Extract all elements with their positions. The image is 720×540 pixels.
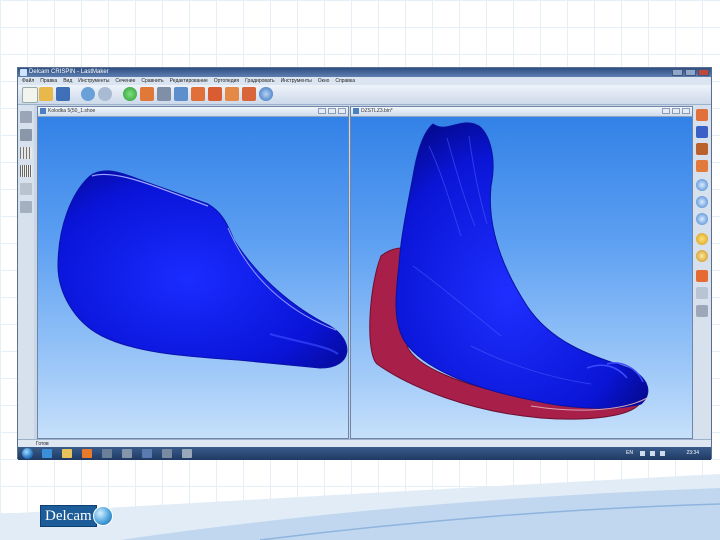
- shoe-tool-icon[interactable]: [20, 129, 32, 141]
- language-indicator[interactable]: EN: [626, 447, 633, 460]
- foot-model-canvas[interactable]: [351, 116, 692, 438]
- viewport-close-button[interactable]: [682, 108, 690, 114]
- menu-editing[interactable]: Редактирование: [170, 77, 208, 85]
- title-bar[interactable]: Delcam CRISPIN - LastMaker: [18, 68, 711, 77]
- menu-view[interactable]: Вид: [63, 77, 72, 85]
- viewport-title: Kolodka 5(50_1.shoe: [48, 108, 96, 114]
- menu-tools-2[interactable]: Инструменты: [281, 77, 312, 85]
- foot-view-icon[interactable]: [20, 201, 32, 213]
- save-icon[interactable]: [56, 87, 70, 101]
- shoe-orange-1-icon[interactable]: [696, 109, 708, 121]
- menu-help[interactable]: Справка: [335, 77, 355, 85]
- delcam-logo: Delcam: [40, 505, 113, 527]
- viewport-title: DZSTLZ3.bin*: [361, 108, 393, 114]
- globe-view-icon[interactable]: [696, 250, 708, 262]
- undo-icon[interactable]: [81, 87, 95, 101]
- document-icon: [40, 108, 46, 114]
- window-controls: [672, 69, 709, 76]
- last-tool-4-icon[interactable]: [191, 87, 205, 101]
- battery-icon[interactable]: [660, 451, 665, 456]
- viewport-foot[interactable]: DZSTLZ3.bin*: [350, 106, 693, 439]
- close-button[interactable]: [698, 69, 709, 76]
- last-tool-2-icon[interactable]: [157, 87, 171, 101]
- last-blue-icon[interactable]: [696, 126, 708, 138]
- last-tool-5-icon[interactable]: [208, 87, 222, 101]
- maximize-button[interactable]: [685, 69, 696, 76]
- taskbar: EN 23:34: [18, 447, 711, 460]
- left-toolbar: [18, 105, 34, 445]
- menu-edit[interactable]: Правка: [40, 77, 57, 85]
- shoe-last-model: [57, 170, 348, 369]
- section-tool-icon[interactable]: [20, 111, 32, 123]
- viewport-minimize-button[interactable]: [662, 108, 670, 114]
- menu-orthopedics[interactable]: Ортопедия: [214, 77, 239, 85]
- minimize-button[interactable]: [672, 69, 683, 76]
- document-icon: [353, 108, 359, 114]
- main-toolbar: [18, 85, 711, 105]
- app-icon-2[interactable]: [122, 449, 132, 458]
- app-icon-1[interactable]: [102, 449, 112, 458]
- network-icon[interactable]: [640, 451, 645, 456]
- menu-tools[interactable]: Инструменты: [78, 77, 109, 85]
- ruler-icon[interactable]: [696, 305, 708, 317]
- new-icon[interactable]: [22, 87, 38, 103]
- viewport-controls: [662, 108, 690, 114]
- viewport-maximize-button[interactable]: [672, 108, 680, 114]
- viewport-maximize-button[interactable]: [328, 108, 336, 114]
- sphere-icon[interactable]: [696, 233, 708, 245]
- redo-icon[interactable]: [98, 87, 112, 101]
- logo-globe-icon: [92, 506, 113, 526]
- right-toolbar: [693, 105, 711, 445]
- last-view-icon[interactable]: [20, 183, 32, 195]
- clock[interactable]: 23:34: [686, 447, 699, 460]
- menu-compare[interactable]: Сравнить: [141, 77, 163, 85]
- media-icon[interactable]: [82, 449, 92, 458]
- zoom-out-icon[interactable]: [696, 196, 708, 208]
- grid-tool-icon[interactable]: [20, 147, 32, 159]
- ie-icon[interactable]: [42, 449, 52, 458]
- app-icon-5[interactable]: [182, 449, 192, 458]
- viewport-close-button[interactable]: [338, 108, 346, 114]
- app-icon: [20, 69, 27, 76]
- last-tool-7-icon[interactable]: [242, 87, 256, 101]
- zoom-fit-icon[interactable]: [696, 213, 708, 225]
- menu-bar: Файл Правка Вид Инструменты Сечение Срав…: [18, 77, 711, 85]
- app-icon-3[interactable]: [142, 449, 152, 458]
- app-icon-4[interactable]: [162, 449, 172, 458]
- volume-icon[interactable]: [650, 451, 655, 456]
- logo-text: Delcam: [40, 505, 97, 527]
- menu-window[interactable]: Окно: [318, 77, 330, 85]
- open-icon[interactable]: [39, 87, 53, 101]
- explorer-icon[interactable]: [62, 449, 72, 458]
- last-tool-3-icon[interactable]: [174, 87, 188, 101]
- app-window: Delcam CRISPIN - LastMaker Файл Правка В…: [17, 67, 712, 460]
- help-icon[interactable]: [259, 87, 273, 101]
- shoe-orange-3-icon[interactable]: [696, 160, 708, 172]
- shoe-orange-2-icon[interactable]: [696, 143, 708, 155]
- globe-icon[interactable]: [123, 87, 137, 101]
- last-model-canvas[interactable]: [38, 116, 348, 438]
- menu-file[interactable]: Файл: [22, 77, 34, 85]
- window-title: Delcam CRISPIN - LastMaker: [29, 69, 109, 75]
- viewport-controls: [318, 108, 346, 114]
- viewport-minimize-button[interactable]: [318, 108, 326, 114]
- lines-tool-icon[interactable]: [20, 165, 32, 177]
- last-tool-1-icon[interactable]: [140, 87, 154, 101]
- start-button[interactable]: [22, 448, 33, 459]
- viewport-last[interactable]: Kolodka 5(50_1.shoe: [37, 106, 349, 439]
- zoom-in-icon[interactable]: [696, 179, 708, 191]
- pattern-icon[interactable]: [696, 287, 708, 299]
- menu-grade[interactable]: Градировать: [245, 77, 274, 85]
- menu-section[interactable]: Сечение: [115, 77, 135, 85]
- last-tool-6-icon[interactable]: [225, 87, 239, 101]
- shoe-orange-4-icon[interactable]: [696, 270, 708, 282]
